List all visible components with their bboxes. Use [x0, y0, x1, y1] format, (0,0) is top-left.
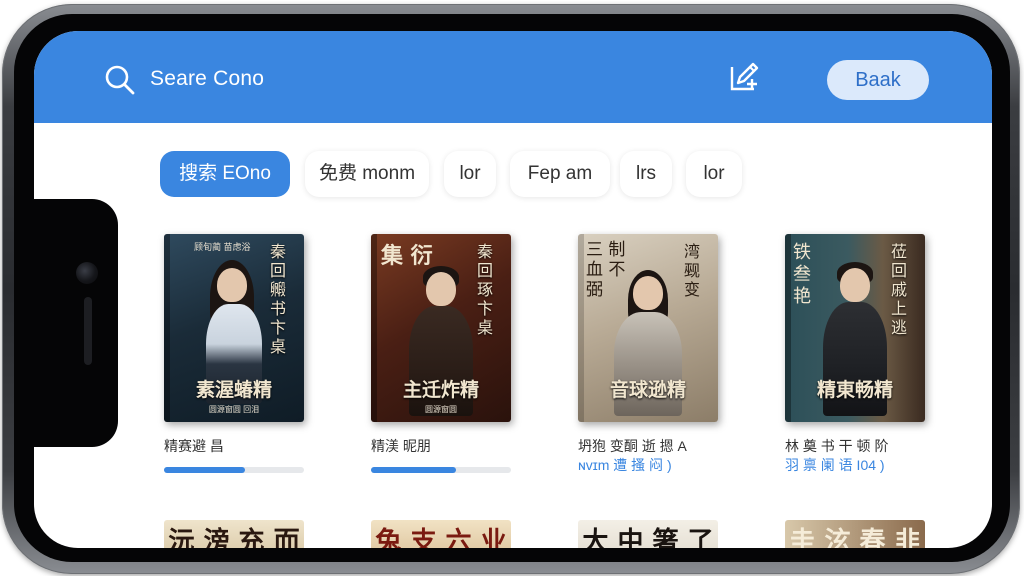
cover-subtitle: 圆源窗圆 回泪 [208, 405, 260, 414]
book-subtitle: ɴvɪm 遭 搔 闷 ) [578, 457, 672, 473]
reading-progress-fill [371, 467, 457, 473]
cover-title: 素渥蝽精 [195, 379, 272, 401]
phone-notch [34, 199, 118, 447]
cover-side-text: 莅回戚上逃 [891, 242, 908, 337]
book-cover[interactable]: 集 衍 秦回琢卞桌 主迁炸精 圆源窗圆 [371, 234, 511, 422]
cover-spine [578, 234, 584, 422]
reading-progress [164, 467, 304, 473]
book-cover-row2[interactable]: 兔 支 六 业 的 [371, 520, 511, 548]
cover-top-text: 铁 叁 艳 [793, 242, 811, 307]
cover-title: 主迁炸精 [402, 379, 479, 401]
cover-spine [164, 234, 170, 422]
book-cover[interactable]: 铁 叁 艳 莅回戚上逃 精東畅精 [785, 234, 925, 422]
tab-search[interactable]: 搜索 EOno [160, 151, 290, 197]
book-cover-row2[interactable]: 沅 滂 充 而 [164, 520, 304, 548]
cover-spine [785, 234, 791, 422]
cover-title: 音球逊精 [609, 379, 686, 401]
edit-icon[interactable] [728, 61, 760, 93]
tab-free[interactable]: 免费 monm [305, 151, 429, 197]
cover-side-text: 秦回琢卞桌 [477, 242, 494, 337]
cover-title: 精東畅精 [816, 379, 893, 401]
cover-subtitle: 圆源窗圆 [425, 405, 457, 414]
book-cover[interactable]: 顾旬蔺 苗虑浴 秦回毈书卞桌 素渥蝽精 圆源窗圆 回泪 [164, 234, 304, 422]
speaker-grille [84, 297, 92, 365]
tab-lor-2[interactable]: lor [686, 151, 742, 197]
cover-figure-head [217, 268, 247, 302]
cover-figure-head [426, 272, 456, 306]
book-cover-row2[interactable]: 圭 泫 春 韭 面 [785, 520, 925, 548]
cover-top-text: 顾旬蔺 苗虑浴 [194, 242, 251, 252]
search-label[interactable]: Seare Cono [150, 67, 264, 91]
book-cover-row2[interactable]: 大 中 箸 了 讲 [578, 520, 718, 548]
reading-progress-fill [164, 467, 246, 473]
back-button[interactable]: Baak [827, 60, 929, 100]
app-screen: Seare Cono Baak 搜索 EOno 免费 monm lor Fep … [34, 31, 992, 548]
book-title[interactable]: 精赛避 昌 [164, 436, 224, 456]
tab-lrs[interactable]: lrs [620, 151, 672, 197]
tab-lor[interactable]: lor [444, 151, 496, 197]
book-subtitle: 羽 禀 阑 语 I04 ) [785, 457, 885, 473]
cover-side-text: 秦回毈书卞桌 [270, 242, 287, 356]
search-icon[interactable] [104, 64, 136, 96]
cover-side-text: 湾觋变 [684, 242, 701, 299]
tab-fep-am[interactable]: Fep am [510, 151, 610, 197]
book-title[interactable]: 精渼 昵朋 [371, 436, 431, 456]
cover-spine [371, 234, 377, 422]
book-cover[interactable]: 三 制 血 不 弼 湾觋变 音球逊精 [578, 234, 718, 422]
cover-top-text: 三 制 血 不 弼 [586, 240, 626, 300]
front-camera [76, 262, 98, 284]
top-bar: Seare Cono Baak [34, 31, 992, 123]
cover-top-text: 集 衍 [381, 243, 433, 269]
reading-progress [371, 467, 511, 473]
cover-figure-head [840, 268, 870, 302]
book-title[interactable]: 坍狍 变酮 逝 摁 A [578, 436, 687, 456]
book-title[interactable]: 林 奠 书 干 顿 阶 [785, 436, 888, 456]
